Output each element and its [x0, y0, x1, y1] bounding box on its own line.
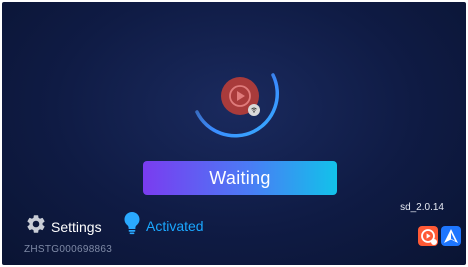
activation-label: Activated	[146, 217, 204, 234]
main-screen: Waiting Settings Activated ZHSTG00069886…	[2, 2, 466, 265]
settings-button[interactable]: Settings	[25, 213, 102, 240]
activation-status: Activated	[123, 211, 204, 240]
version-label: sd_2.0.14	[400, 202, 444, 213]
screen-mirroring-play-icon	[191, 64, 291, 152]
settings-label: Settings	[51, 218, 102, 235]
app-icons	[418, 226, 461, 246]
waiting-status-button[interactable]: Waiting	[143, 161, 337, 195]
android-auto-icon[interactable]	[441, 226, 461, 246]
lightbulb-icon	[123, 211, 141, 240]
cast-app-icon[interactable]	[418, 226, 438, 246]
waiting-label: Waiting	[209, 167, 271, 188]
device-id: ZHSTG000698863	[24, 244, 113, 255]
gear-icon	[25, 213, 47, 240]
